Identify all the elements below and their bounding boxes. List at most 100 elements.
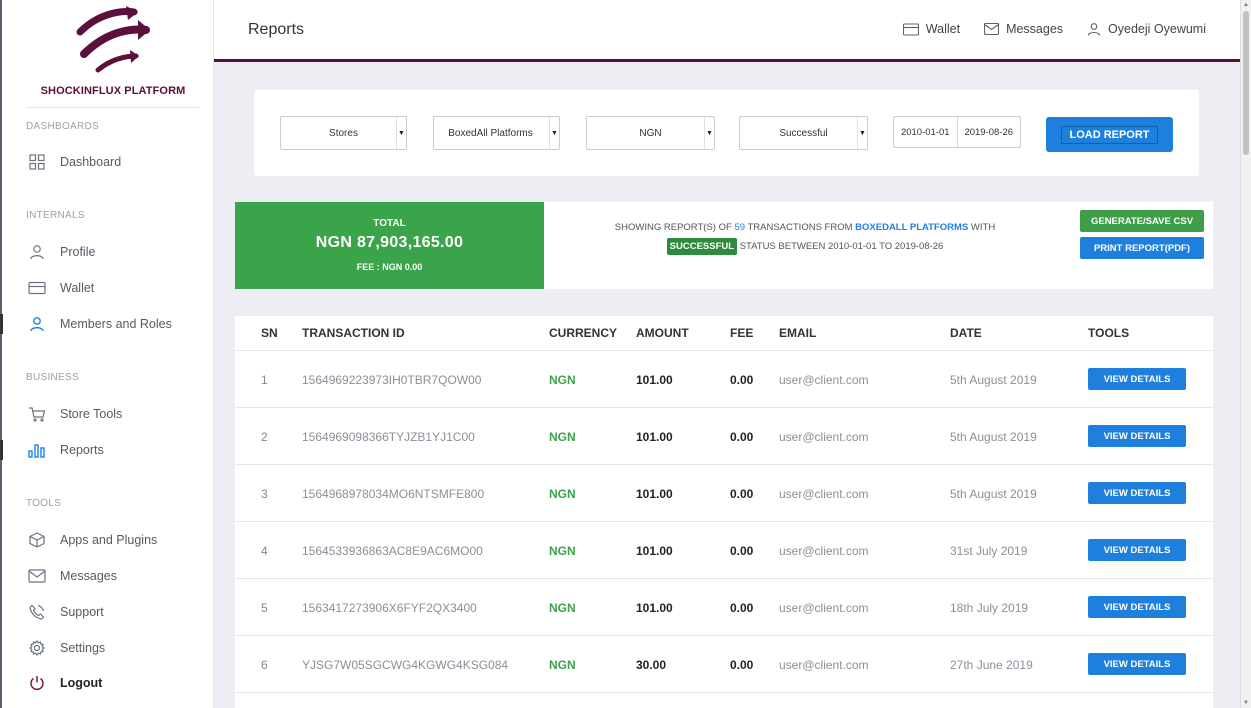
sidebar-item-support[interactable]: Support (0, 598, 213, 626)
table-row: 1 1564969223973IH0TBR7QOW00 NGN 101.00 0… (235, 351, 1213, 408)
section-dashboards: DASHBOARDS (26, 121, 100, 132)
power-icon (28, 674, 46, 692)
sidebar-item-label: Logout (60, 676, 103, 690)
header-messages-link[interactable]: Messages (984, 22, 1063, 36)
scroll-down-icon[interactable]: ▼ (1243, 700, 1249, 706)
header-messages-label: Messages (1006, 22, 1064, 36)
sidebar-item-label: Support (60, 605, 104, 619)
row-date: 5th August 2019 (950, 373, 1037, 387)
sidebar-item-logout[interactable]: Logout (0, 669, 213, 697)
header-sn: SN (261, 326, 278, 340)
view-details-button[interactable]: VIEW DETAILS (1088, 653, 1186, 675)
type-select-value: Stores (329, 127, 358, 139)
row-sn: 5 (261, 601, 268, 615)
view-details-button[interactable]: VIEW DETAILS (1088, 596, 1186, 618)
row-currency: NGN (549, 487, 576, 501)
currency-select-value: NGN (639, 127, 662, 139)
sidebar-item-profile[interactable]: Profile (0, 238, 213, 266)
row-email: user@client.com (779, 544, 869, 558)
sidebar-item-label: Reports (60, 443, 104, 457)
row-currency: NGN (549, 373, 576, 387)
sidebar-item-members-and-roles[interactable]: Members and Roles (0, 310, 213, 338)
status-select-value: Successful (779, 127, 828, 139)
date-to-input[interactable]: 2019-08-26 (956, 117, 1021, 147)
summary-status-between: STATUS BETWEEN 2010-01-01 TO 2019-08-26 (739, 241, 944, 252)
page-scrollbar[interactable]: ▲ ▼ (1240, 0, 1251, 708)
chevron-down-icon: ▼ (549, 117, 559, 149)
row-transaction-id: YJSG7W05SGCWG4KGWG4KSG084 (302, 658, 509, 672)
summary-showing: SHOWING REPORT(S) OF (614, 222, 732, 233)
row-date: 18th July 2019 (950, 601, 1029, 615)
scroll-thumb[interactable] (1243, 11, 1249, 155)
header-date: DATE (950, 326, 982, 340)
row-transaction-id: 1564968978034MO6NTSMFE800 (302, 487, 485, 501)
header-fee: FEE (730, 326, 754, 340)
currency-select[interactable]: NGN ▼ (586, 116, 715, 150)
table-row: 2 1564969098366TYJZB1YJ1C00 NGN 101.00 0… (235, 408, 1213, 465)
print-pdf-button[interactable]: PRINT REPORT(PDF) (1080, 237, 1204, 259)
row-amount: 101.00 (636, 601, 673, 615)
gear-icon (28, 639, 46, 657)
view-details-button[interactable]: VIEW DETAILS (1088, 368, 1186, 390)
user-icon (28, 315, 46, 333)
view-details-button[interactable]: VIEW DETAILS (1088, 539, 1186, 561)
row-email: user@client.com (779, 430, 869, 444)
row-transaction-id: 1564969098366TYJZB1YJ1C00 (302, 430, 475, 444)
view-details-button[interactable]: VIEW DETAILS (1088, 425, 1186, 447)
shockinflux-logo-icon (76, 6, 150, 73)
generate-csv-button[interactable]: GENERATE/SAVE CSV (1080, 210, 1204, 232)
sidebar-item-label: Messages (60, 569, 117, 583)
row-amount: 30.00 (636, 658, 667, 672)
sidebar-item-label: Dashboard (60, 155, 122, 169)
view-details-button[interactable]: VIEW DETAILS (1088, 482, 1186, 504)
row-transaction-id: 1564533936863AC8E9AC6MO00 (302, 544, 483, 558)
total-box: TOTAL NGN 87,903,165.00 FEE : NGN 0.00 (235, 202, 544, 289)
sidebar-item-label: Apps and Plugins (60, 533, 158, 547)
sidebar-item-apps-and-plugins[interactable]: Apps and Plugins (0, 526, 213, 554)
row-email: user@client.com (779, 373, 869, 387)
row-email: user@client.com (779, 601, 869, 615)
sidebar-item-label: Settings (60, 641, 106, 655)
header-user-menu[interactable]: Oyedeji Oyewumi (1087, 22, 1206, 36)
summary-with: WITH (970, 222, 996, 233)
transactions-table: SN TRANSACTION ID CURRENCY AMOUNT FEE EM… (235, 316, 1213, 708)
brand-name: SHOCKINFLUX PLATFORM (40, 85, 186, 97)
section-business: BUSINESS (26, 372, 79, 383)
total-fee: FEE : NGN 0.00 (356, 262, 423, 272)
sidebar-item-settings[interactable]: Settings (0, 634, 213, 662)
row-currency: NGN (549, 601, 576, 615)
summary-platform: BOXEDALL PLATFORMS (855, 222, 969, 233)
sidebar-item-dashboard[interactable]: Dashboard (0, 148, 213, 176)
row-fee: 0.00 (730, 658, 754, 672)
sidebar: SHOCKINFLUX PLATFORM DASHBOARDS Dashboar… (0, 0, 214, 708)
load-report-button[interactable]: LOAD REPORT (1046, 117, 1173, 152)
envelope-icon (28, 567, 46, 585)
scroll-up-icon[interactable]: ▲ (1243, 2, 1249, 8)
sidebar-item-wallet[interactable]: Wallet (0, 274, 213, 302)
wallet-icon (902, 22, 919, 36)
row-sn: 2 (261, 430, 268, 444)
wallet-icon (28, 279, 46, 297)
chevron-down-icon: ▼ (396, 117, 406, 149)
row-currency: NGN (549, 544, 576, 558)
table-row: 6 YJSG7W05SGCWG4KGWG4KSG084 NGN 30.00 0.… (235, 636, 1213, 693)
box-icon (28, 531, 46, 549)
sidebar-item-messages[interactable]: Messages (0, 562, 213, 590)
table-row: 3 1564968978034MO6NTSMFE800 NGN 101.00 0… (235, 465, 1213, 522)
header-amount: AMOUNT (636, 326, 689, 340)
header-wallet-link[interactable]: Wallet (902, 22, 960, 36)
date-from-input[interactable]: 2010-01-01 (894, 117, 957, 147)
sidebar-item-store-tools[interactable]: Store Tools (0, 400, 213, 428)
sidebar-item-reports[interactable]: Reports (0, 436, 213, 464)
platform-select[interactable]: BoxedAll Platforms ▼ (433, 116, 560, 150)
row-date: 5th August 2019 (950, 430, 1037, 444)
cart-icon (28, 405, 46, 423)
header-transaction-id: TRANSACTION ID (302, 326, 405, 340)
sidebar-item-label: Profile (60, 245, 96, 259)
header-links: Wallet Messages Oyedeji Oyewumi (902, 22, 1206, 36)
divider (26, 107, 199, 108)
load-report-label: LOAD REPORT (1061, 125, 1158, 144)
row-sn: 6 (261, 658, 268, 672)
type-select[interactable]: Stores ▼ (280, 116, 407, 150)
status-select[interactable]: Successful ▼ (739, 116, 868, 150)
